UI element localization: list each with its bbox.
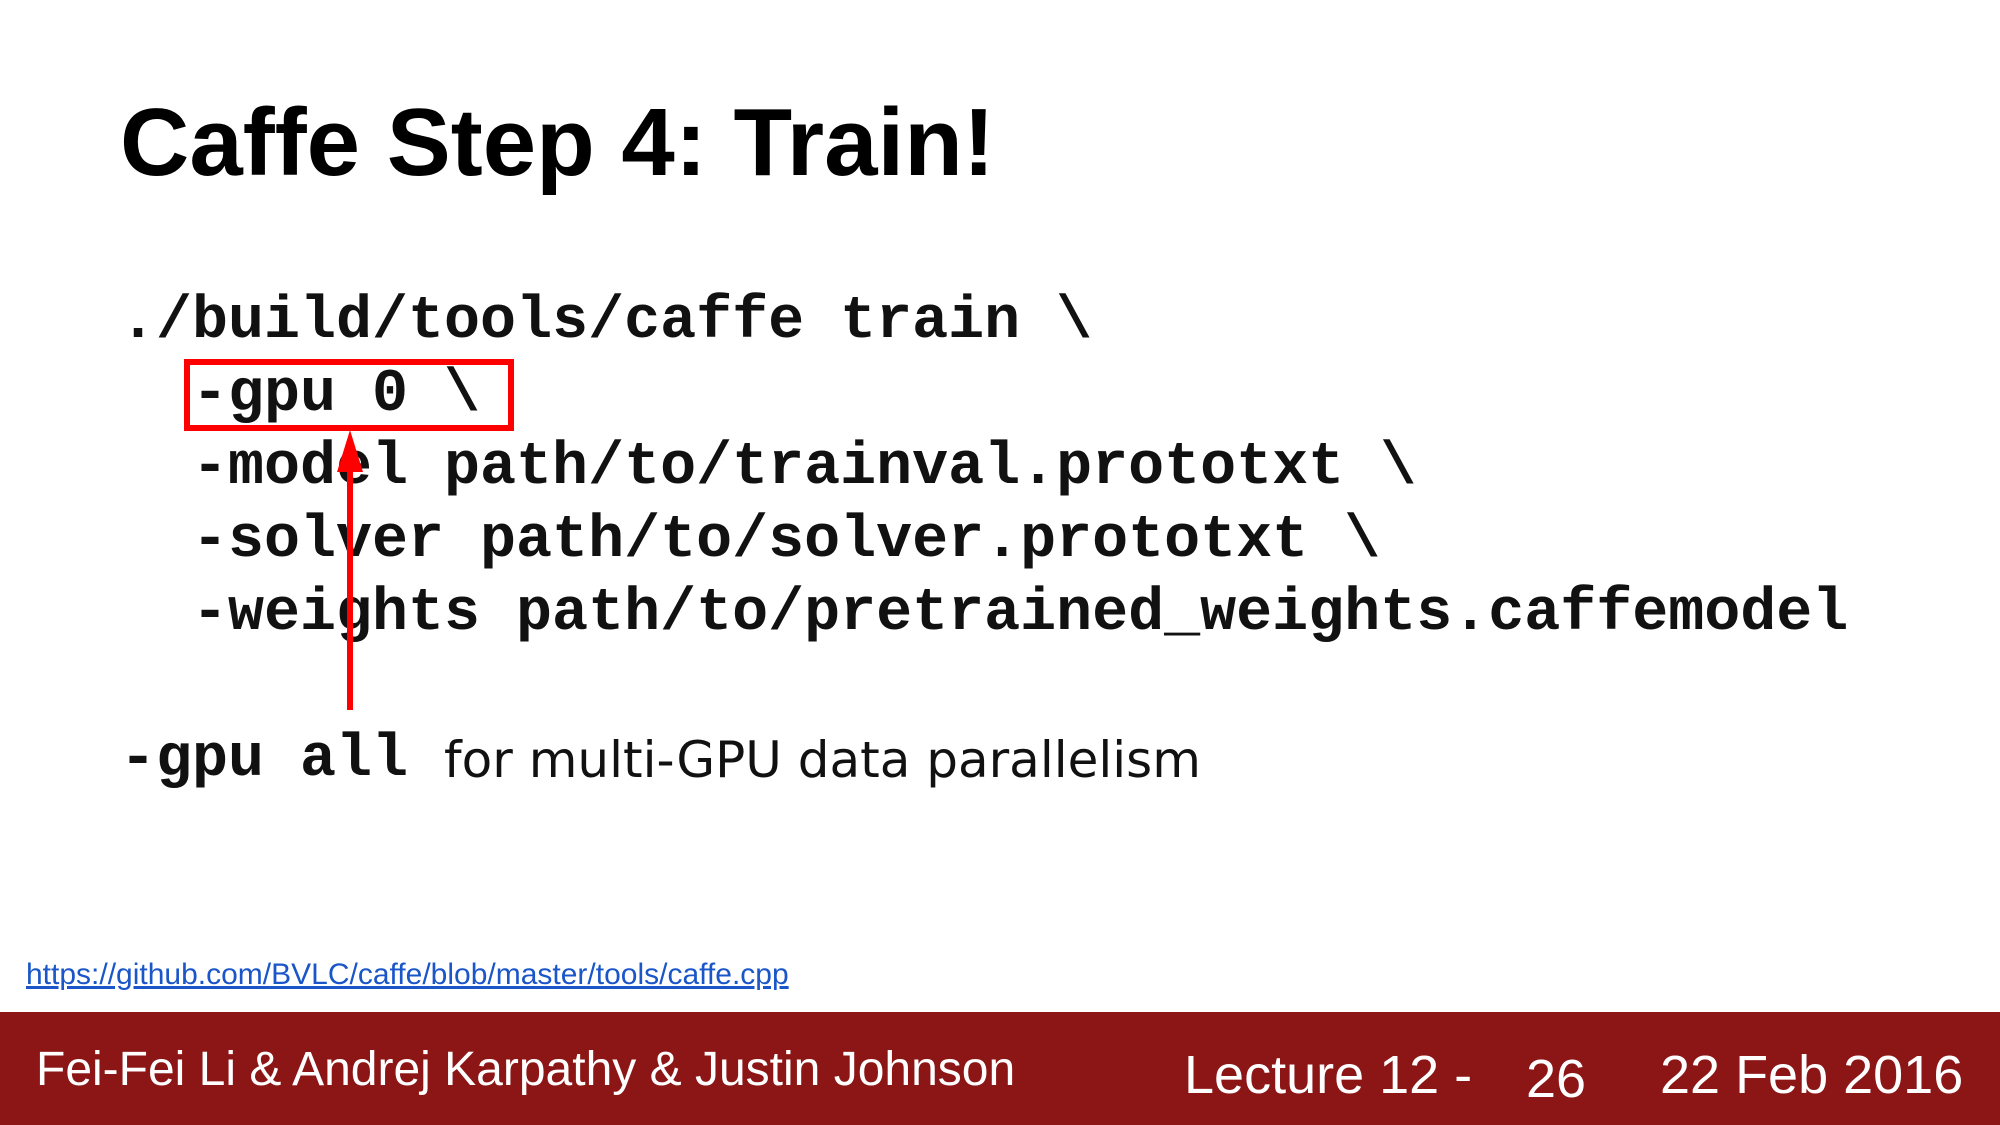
command-line-model: -model path/to/trainval.prototxt \ <box>192 434 1417 502</box>
note-code: -gpu all <box>120 726 409 794</box>
command-line-caffe-train: ./build/tools/caffe train \ <box>120 288 1093 356</box>
footer-authors: Fei-Fei Li & Andrej Karpathy & Justin Jo… <box>36 1043 1016 1096</box>
footer-bar: Fei-Fei Li & Andrej Karpathy & Justin Jo… <box>0 1012 2000 1125</box>
gpu-highlight-box <box>184 359 514 431</box>
footer-lecture: Lecture 12 - <box>1184 1045 1473 1105</box>
slide-title: Caffe Step 4: Train! <box>120 89 995 196</box>
source-link[interactable]: https://github.com/BVLC/caffe/blob/maste… <box>26 958 789 992</box>
footer-date: 22 Feb 2016 <box>1660 1045 1964 1105</box>
command-line-solver: -solver path/to/solver.prototxt \ <box>192 507 1381 575</box>
command-line-weights: -weights path/to/pretrained_weights.caff… <box>192 580 1849 648</box>
note-text: for multi-GPU data parallelism <box>444 731 1201 789</box>
multi-gpu-note: -gpu all for multi-GPU data parallelism <box>120 720 1201 800</box>
footer-page-number: 26 <box>1526 1049 1587 1109</box>
